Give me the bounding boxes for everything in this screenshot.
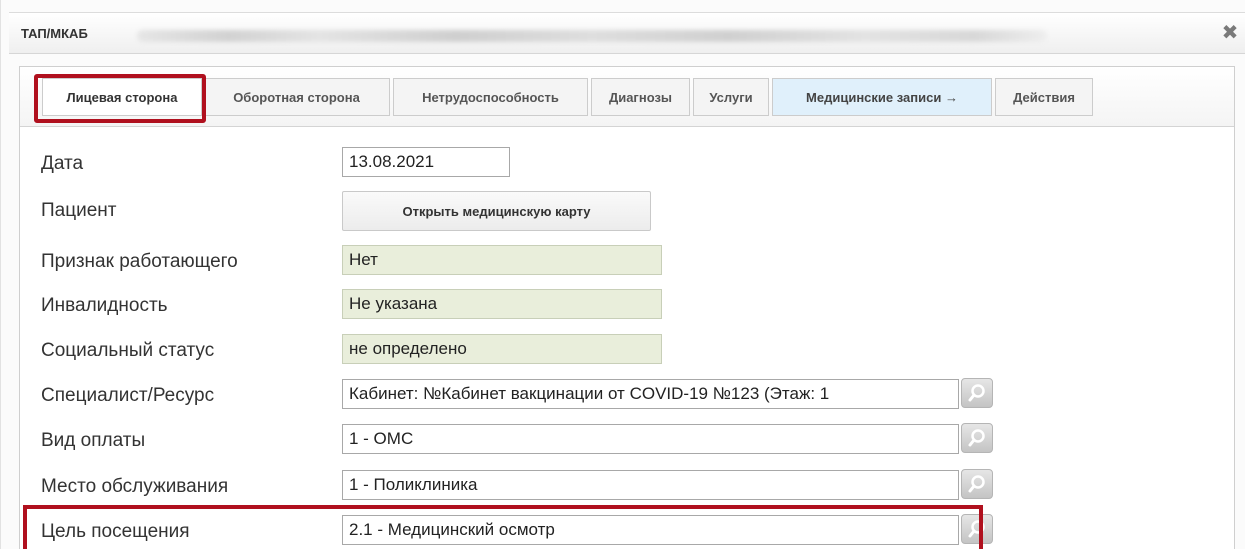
tap-mkab-window: ТАП/МКАБ ✖ Лицевая сторона Оборотная сто… (0, 0, 1245, 549)
disability-label: Инвалидность (41, 295, 168, 316)
tab-medical-records[interactable]: Медицинские записи → (772, 78, 992, 116)
tab-actions[interactable]: Действия (995, 78, 1093, 116)
close-icon[interactable]: ✖ (1220, 23, 1240, 43)
window-title: ТАП/МКАБ (21, 26, 88, 41)
redacted-patient-info (137, 30, 1047, 42)
window-titlebar: ТАП/МКАБ ✖ (9, 12, 1245, 54)
payment-type-label: Вид оплаты (41, 430, 146, 451)
disability-field: Не указана (342, 289, 662, 319)
tab-bar: Лицевая сторона Оборотная сторона Нетруд… (20, 67, 1234, 127)
working-sign-label: Признак работающего (41, 251, 238, 272)
social-status-label: Социальный статус (41, 340, 215, 361)
open-medical-card-button[interactable]: Открыть медицинскую карту (342, 191, 651, 231)
social-status-field: не определено (342, 334, 662, 364)
working-sign-field: Нет (342, 245, 662, 275)
service-place-field[interactable]: 1 - Поликлиника (342, 470, 959, 500)
tab-back-side[interactable]: Оборотная сторона (203, 78, 390, 116)
service-place-label: Место обслуживания (41, 476, 229, 497)
tab-services[interactable]: Услуги (693, 78, 769, 116)
tab-front-side[interactable]: Лицевая сторона (42, 78, 202, 116)
specialist-field[interactable]: Кабинет: №Кабинет вакцинации от COVID-19… (342, 379, 959, 409)
visit-purpose-field[interactable]: 2.1 - Медицинский осмотр (342, 515, 959, 545)
specialist-search-icon[interactable] (961, 378, 993, 408)
specialist-label: Специалист/Ресурс (41, 385, 215, 406)
purpose-search-icon[interactable] (961, 514, 993, 544)
tab-disability[interactable]: Нетрудоспособность (393, 78, 588, 116)
date-field[interactable]: 13.08.2021 (342, 147, 510, 177)
visit-purpose-label: Цель посещения (41, 521, 190, 542)
place-search-icon[interactable] (961, 469, 993, 499)
payment-type-field[interactable]: 1 - ОМС (342, 424, 959, 454)
tab-diagnoses[interactable]: Диагнозы (591, 78, 690, 116)
date-label: Дата (41, 153, 84, 174)
patient-label: Пациент (41, 200, 117, 221)
payment-search-icon[interactable] (961, 423, 993, 453)
